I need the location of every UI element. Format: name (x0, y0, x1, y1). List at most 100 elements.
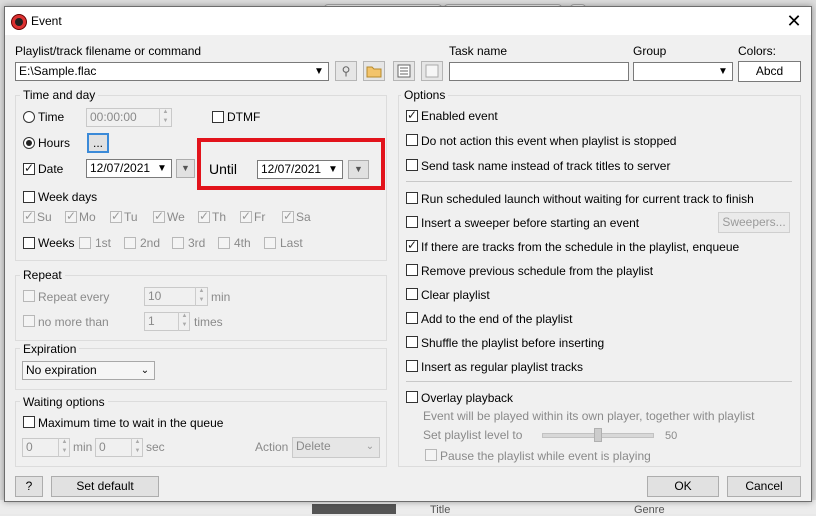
day-su-checkbox[interactable] (23, 209, 35, 223)
week-last-checkbox[interactable] (264, 237, 276, 249)
day-we-label: We (167, 210, 185, 224)
task-name-input[interactable] (449, 62, 629, 81)
date-value: 12/07/2021 (90, 161, 151, 175)
repeat-unit-label: min (211, 290, 231, 304)
week-2nd-label: 2nd (140, 236, 161, 250)
if-tracks-enqueue-checkbox[interactable] (406, 238, 418, 252)
action-value: Delete (296, 439, 331, 453)
set-level-label: Set playlist level to (423, 428, 523, 442)
hours-button[interactable]: ... (87, 133, 109, 153)
week-1st-checkbox[interactable] (79, 237, 91, 249)
chevron-down-icon[interactable]: ▼ (312, 63, 326, 80)
shuffle-checkbox[interactable] (406, 336, 418, 348)
background-dark-block (312, 504, 396, 514)
day-th-checkbox[interactable] (198, 209, 210, 223)
open-folder-button[interactable] (363, 61, 385, 81)
colors-sample[interactable]: Abcd (738, 61, 801, 82)
wait-min-unit: min (73, 440, 93, 454)
level-slider-thumb[interactable] (594, 428, 602, 442)
week-days-checkbox[interactable] (23, 191, 35, 203)
dtmf-checkbox[interactable] (212, 111, 224, 123)
action-combo[interactable]: Delete ⌄ (292, 437, 380, 458)
enabled-event-label: Enabled event (421, 109, 498, 123)
expiration-combo[interactable]: No expiration ⌄ (22, 361, 155, 380)
weeks-checkbox[interactable] (23, 237, 35, 249)
insert-sweeper-checkbox[interactable] (406, 216, 418, 228)
day-sa-label: Sa (296, 210, 311, 224)
send-task-name-checkbox[interactable] (406, 159, 418, 171)
wand-button[interactable]: ⚲ (335, 61, 357, 81)
insert-regular-label: Insert as regular playlist tracks (421, 360, 584, 374)
chevron-down-icon[interactable]: ▼ (326, 161, 340, 178)
date-combo[interactable]: 12/07/2021 ▼ (86, 159, 172, 178)
group-label: Group (633, 44, 667, 58)
max-time-checkbox[interactable] (23, 416, 35, 428)
date-checkbox[interactable] (23, 161, 35, 175)
background-title-label: Title (430, 504, 451, 516)
group-combo[interactable]: ▼ (633, 62, 733, 81)
chevron-down-icon[interactable]: ▼ (155, 160, 169, 177)
times-unit-label: times (194, 315, 223, 329)
no-more-than-spinner[interactable]: ▲ ▼ (178, 312, 190, 331)
ok-button[interactable]: OK (647, 476, 719, 497)
if-tracks-enqueue-label: If there are tracks from the schedule in… (421, 240, 740, 254)
wait-min-spinner[interactable]: ▲ ▼ (58, 438, 70, 457)
repeat-every-spinner[interactable]: ▲ ▼ (195, 287, 207, 306)
time-value: 00:00:00 (90, 110, 137, 124)
add-to-end-checkbox[interactable] (406, 312, 418, 324)
day-we-checkbox[interactable] (153, 209, 165, 223)
date-dropdown-button[interactable]: ▼ (176, 159, 195, 178)
day-sa-checkbox[interactable] (282, 209, 294, 223)
day-fr-checkbox[interactable] (240, 209, 252, 223)
pause-playlist-checkbox[interactable] (425, 449, 437, 461)
week-days-label: Week days (38, 190, 98, 204)
options-separator (406, 381, 792, 382)
week-2nd-checkbox[interactable] (124, 237, 136, 249)
insert-regular-checkbox[interactable] (406, 360, 418, 372)
repeat-every-checkbox[interactable] (23, 290, 35, 302)
shuffle-label: Shuffle the playlist before inserting (421, 336, 605, 350)
run-scheduled-checkbox[interactable] (406, 192, 418, 204)
week-4th-checkbox[interactable] (218, 237, 230, 249)
no-more-than-checkbox[interactable] (23, 315, 35, 327)
day-su-label: Su (37, 210, 52, 224)
do-not-action-checkbox[interactable] (406, 134, 418, 146)
playlist-value: E:\Sample.flac (19, 64, 97, 78)
chevron-down-icon[interactable]: ⌄ (138, 362, 152, 379)
dtmf-label: DTMF (227, 110, 261, 124)
help-button[interactable]: ? (15, 476, 43, 497)
remove-previous-checkbox[interactable] (406, 264, 418, 276)
until-dropdown-button[interactable]: ▼ (348, 160, 369, 179)
wait-sec-spinner[interactable]: ▲ ▼ (131, 438, 143, 457)
waiting-options-title: Waiting options (20, 395, 108, 409)
folder-icon (366, 66, 382, 78)
enabled-event-checkbox[interactable] (406, 108, 418, 122)
expiration-value: No expiration (26, 363, 97, 377)
chevron-down-icon[interactable]: ▼ (716, 63, 730, 80)
time-radio[interactable] (23, 111, 35, 123)
chevron-down-icon[interactable]: ⌄ (363, 438, 377, 455)
hours-radio[interactable] (23, 137, 35, 149)
cancel-button[interactable]: Cancel (727, 476, 801, 497)
playlist-combo[interactable]: E:\Sample.flac ▼ (15, 62, 329, 81)
event-dialog: Event ✕ Playlist/track filename or comma… (4, 6, 812, 502)
day-tu-checkbox[interactable] (110, 209, 122, 223)
edit-button[interactable] (421, 61, 443, 81)
day-mo-checkbox[interactable] (65, 209, 77, 223)
week-3rd-checkbox[interactable] (172, 237, 184, 249)
repeat-every-label: Repeat every (38, 290, 110, 304)
time-spinner[interactable]: ▲ ▼ (159, 108, 171, 127)
overlay-checkbox[interactable] (406, 391, 418, 403)
close-icon[interactable]: ✕ (783, 11, 805, 31)
wait-min-value: 0 (26, 440, 33, 454)
pause-playlist-label: Pause the playlist while event is playin… (440, 449, 651, 463)
clear-playlist-checkbox[interactable] (406, 288, 418, 300)
until-combo[interactable]: 12/07/2021 ▼ (257, 160, 343, 179)
list-button[interactable] (393, 61, 415, 81)
day-th-label: Th (212, 210, 227, 224)
task-name-label: Task name (449, 44, 508, 58)
set-default-button[interactable]: Set default (51, 476, 159, 497)
playlist-label: Playlist/track filename or command (15, 44, 202, 58)
sweepers-button[interactable]: Sweepers... (718, 212, 790, 233)
edit-icon (425, 64, 439, 78)
